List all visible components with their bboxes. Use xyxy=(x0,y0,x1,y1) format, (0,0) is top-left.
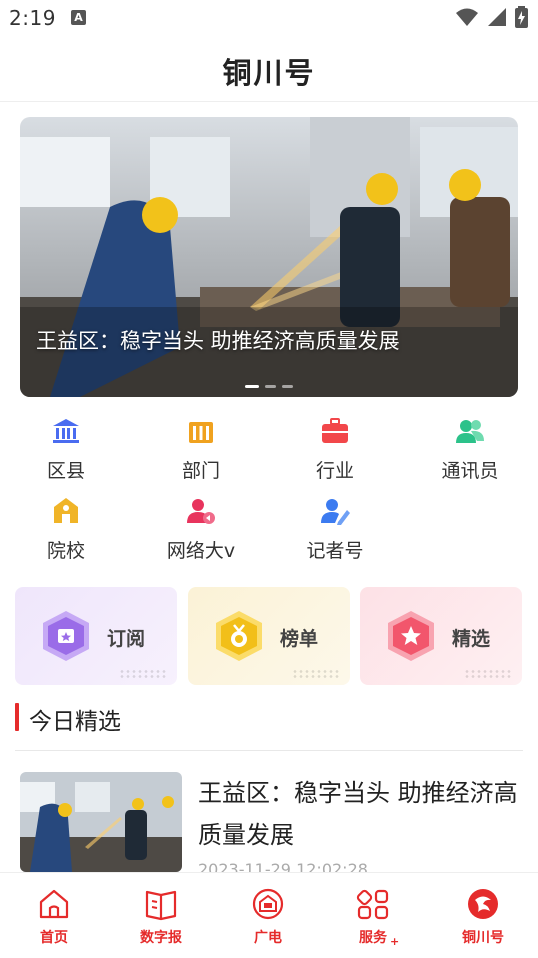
ranking-icon xyxy=(216,611,262,661)
subscribe-label: 订阅 xyxy=(107,628,146,650)
carousel-indicator xyxy=(20,385,518,388)
tv-icon xyxy=(252,888,284,920)
category-industry[interactable]: 行业 xyxy=(275,416,395,486)
reporter-icon xyxy=(321,499,350,525)
banner-image xyxy=(20,117,518,397)
influencer-icon xyxy=(187,499,215,524)
divider xyxy=(15,750,523,751)
carousel-dot xyxy=(282,385,293,388)
tab-services[interactable]: 服务 + xyxy=(333,887,413,948)
category-label: 通讯员 xyxy=(441,460,499,482)
services-grid-icon xyxy=(356,889,389,920)
decorative-dots xyxy=(119,669,167,679)
banner-carousel[interactable]: 王益区：稳字当头 助推经济高质量发展 xyxy=(20,117,518,397)
notification-badge-icon: A xyxy=(71,10,86,25)
tab-label: 数字报 xyxy=(140,930,182,946)
category-label: 网络大v xyxy=(166,540,236,562)
tongchuan-logo-icon xyxy=(468,889,498,919)
section-accent-bar xyxy=(15,703,19,731)
tab-home[interactable]: 首页 xyxy=(14,887,94,947)
home-icon xyxy=(39,889,69,919)
category-label: 区县 xyxy=(46,460,85,482)
carousel-dot xyxy=(245,385,259,388)
article-title: 王益区：稳字当头 助推经济高质量发展 xyxy=(198,779,518,849)
status-indicators xyxy=(455,6,528,28)
category-label: 行业 xyxy=(315,460,354,482)
category-label: 记者号 xyxy=(306,540,364,562)
ranking-card[interactable]: 榜单 xyxy=(188,587,350,685)
subscribe-card[interactable]: 订阅 xyxy=(15,587,177,685)
status-time: 2:19 xyxy=(9,6,56,30)
article-thumbnail xyxy=(20,772,182,872)
category-label: 部门 xyxy=(181,460,220,482)
article-list-item[interactable]: 王益区：稳字当头 助推经济高质量发展 2023-11-29 12:02:28 xyxy=(20,772,520,879)
tab-label: 首页 xyxy=(40,930,68,946)
decorative-dots xyxy=(464,669,512,679)
category-correspondent[interactable]: 通讯员 xyxy=(410,416,530,486)
battery-charging-icon xyxy=(515,6,528,28)
government-building-icon xyxy=(53,419,79,443)
featured-card[interactable]: 精选 xyxy=(360,587,522,685)
users-icon xyxy=(456,420,484,443)
tab-label: 铜川号 xyxy=(462,930,504,946)
school-icon xyxy=(54,498,78,523)
tab-digital-newspaper[interactable]: 数字报 xyxy=(121,887,201,947)
category-label: 院校 xyxy=(46,540,85,562)
carousel-dot xyxy=(265,385,276,388)
tab-label: 服务 xyxy=(359,930,387,946)
decorative-dots xyxy=(292,669,340,679)
bottom-tab-bar: 首页 数字报 广电 服务 + 铜川号 xyxy=(0,872,538,958)
category-reporter[interactable]: 记者号 xyxy=(275,496,395,566)
pillars-icon xyxy=(189,422,213,443)
category-department[interactable]: 部门 xyxy=(141,416,261,486)
section-title: 今日精选 xyxy=(29,709,121,735)
new-badge-plus-icon: + xyxy=(390,935,400,948)
tab-broadcast[interactable]: 广电 xyxy=(228,887,308,947)
app-header: 铜川号 xyxy=(0,36,538,102)
wifi-icon xyxy=(456,8,478,26)
cellular-signal-icon xyxy=(488,8,506,26)
subscribe-icon xyxy=(43,611,89,661)
tab-tongchuan-hao[interactable]: 铜川号 xyxy=(443,887,523,947)
page-title: 铜川号 xyxy=(222,56,316,90)
category-influencer[interactable]: 网络大v xyxy=(141,496,261,566)
newspaper-icon xyxy=(145,890,177,921)
ranking-label: 榜单 xyxy=(280,628,319,650)
tab-label: 广电 xyxy=(254,930,282,946)
category-school[interactable]: 院校 xyxy=(6,496,126,566)
status-bar: 2:19 A xyxy=(0,0,538,36)
featured-label: 精选 xyxy=(452,628,491,650)
briefcase-icon xyxy=(322,418,348,443)
featured-icon xyxy=(388,611,434,661)
banner-caption: 王益区：稳字当头 助推经济高质量发展 xyxy=(36,329,400,353)
category-district[interactable]: 区县 xyxy=(6,416,126,486)
